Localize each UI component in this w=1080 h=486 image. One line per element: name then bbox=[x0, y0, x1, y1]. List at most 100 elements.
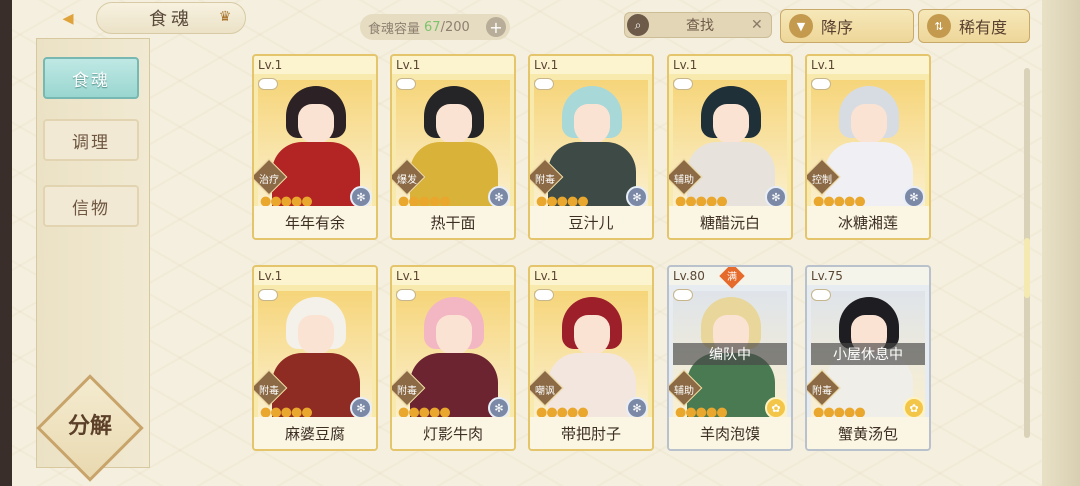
character-name: 年年有余 bbox=[254, 206, 376, 238]
role-label: 爆发 bbox=[397, 175, 417, 186]
level-label: Lv.1 bbox=[396, 58, 421, 72]
snowflake-emblem-icon: ✻ bbox=[626, 186, 648, 208]
role-label: 辅助 bbox=[674, 386, 694, 397]
chat-bubble-icon bbox=[258, 289, 278, 301]
character-card[interactable]: Lv.1 控制 ●●●●● ✻ 冰糖湘莲 bbox=[805, 54, 931, 240]
character-name: 豆汁儿 bbox=[530, 206, 652, 238]
search-box[interactable]: ⌕ 查找 ✕ bbox=[624, 12, 772, 38]
character-name: 羊肉泡馍 bbox=[669, 417, 791, 449]
status-label: 小屋休息中 bbox=[811, 343, 925, 365]
scrollbar-thumb[interactable] bbox=[1024, 238, 1030, 298]
character-name: 糖醋沅白 bbox=[669, 206, 791, 238]
sidebar-item-conditioning[interactable]: 调理 bbox=[43, 119, 139, 161]
character-card[interactable]: Lv.1 嘲讽 ●●●●● ✻ 带把肘子 bbox=[528, 265, 654, 451]
snowflake-emblem-icon: ✻ bbox=[488, 186, 510, 208]
level-label: Lv.1 bbox=[258, 58, 283, 72]
character-name: 麻婆豆腐 bbox=[254, 417, 376, 449]
character-face bbox=[436, 315, 472, 355]
character-face bbox=[298, 315, 334, 355]
character-face bbox=[298, 104, 334, 144]
chat-bubble-icon bbox=[534, 78, 554, 90]
back-button[interactable]: ◂ bbox=[48, 4, 88, 32]
decompose-label: 分解 bbox=[67, 414, 112, 439]
screen-edge-right bbox=[1042, 0, 1080, 486]
character-face bbox=[436, 104, 472, 144]
max-level-label: 满 bbox=[727, 272, 737, 283]
chat-bubble-icon bbox=[396, 289, 416, 301]
capacity-label: 食魂容量 bbox=[368, 21, 421, 37]
sort-order-label: 降序 bbox=[821, 18, 854, 37]
page-title: 食魂 bbox=[149, 9, 193, 30]
capacity-current: 67 bbox=[424, 19, 441, 35]
screen-edge-left bbox=[0, 0, 12, 486]
character-card[interactable]: Lv.1 辅助 ●●●●● ✻ 糖醋沅白 bbox=[667, 54, 793, 240]
level-label: Lv.1 bbox=[396, 269, 421, 283]
sort-order-button[interactable]: ▼ 降序 bbox=[780, 9, 914, 43]
flower-emblem-icon: ✿ bbox=[765, 397, 787, 419]
level-label: Lv.75 bbox=[811, 269, 843, 283]
chat-bubble-icon bbox=[673, 289, 693, 301]
character-face bbox=[713, 104, 749, 144]
sort-toggle-icon: ⇅ bbox=[927, 14, 951, 38]
snowflake-emblem-icon: ✻ bbox=[903, 186, 925, 208]
chat-bubble-icon bbox=[811, 78, 831, 90]
role-label: 嘲讽 bbox=[535, 386, 555, 397]
add-capacity-button[interactable]: + bbox=[486, 17, 506, 37]
level-label: Lv.1 bbox=[534, 269, 559, 283]
chat-bubble-icon bbox=[673, 78, 693, 90]
level-label: Lv.1 bbox=[258, 269, 283, 283]
snowflake-emblem-icon: ✻ bbox=[626, 397, 648, 419]
search-label: 查找 bbox=[686, 18, 714, 34]
character-card[interactable]: Lv.1 附毒 ●●●●● ✻ 麻婆豆腐 bbox=[252, 265, 378, 451]
search-icon: ⌕ bbox=[627, 14, 649, 36]
role-label: 治疗 bbox=[259, 175, 279, 186]
capacity-indicator: 食魂容量 67 /200 + bbox=[360, 14, 510, 40]
character-name: 蟹黄汤包 bbox=[807, 417, 929, 449]
flower-emblem-icon: ✿ bbox=[903, 397, 925, 419]
role-label: 附毒 bbox=[259, 386, 279, 397]
sort-rarity-button[interactable]: ⇅ 稀有度 bbox=[918, 9, 1030, 43]
role-label: 控制 bbox=[812, 175, 832, 186]
character-card[interactable]: Lv.1 治疗 ●●●●● ✻ 年年有余 bbox=[252, 54, 378, 240]
character-card[interactable]: Lv.1 附毒 ●●●●● ✻ 灯影牛肉 bbox=[390, 265, 516, 451]
sort-down-icon: ▼ bbox=[789, 14, 813, 38]
character-card[interactable]: Lv.1 附毒 ●●●●● ✻ 豆汁儿 bbox=[528, 54, 654, 240]
level-label: Lv.1 bbox=[811, 58, 836, 72]
character-card[interactable]: Lv.75 附毒 ●●●●● ✿ 蟹黄汤包 小屋休息中 bbox=[805, 265, 931, 451]
character-face bbox=[574, 315, 610, 355]
sidebar-item-tokens[interactable]: 信物 bbox=[43, 185, 139, 227]
chat-bubble-icon bbox=[534, 289, 554, 301]
crown-icon[interactable]: ♛ bbox=[214, 9, 236, 27]
chat-bubble-icon bbox=[258, 78, 278, 90]
role-label: 辅助 bbox=[674, 175, 694, 186]
sidebar-item-label: 信物 bbox=[72, 198, 110, 219]
level-label: Lv.1 bbox=[534, 58, 559, 72]
level-label: Lv.1 bbox=[673, 58, 698, 72]
snowflake-emblem-icon: ✻ bbox=[765, 186, 787, 208]
character-card[interactable]: Lv.80 辅助 ●●●●● ✿ 羊肉泡馍 编队中满 bbox=[667, 265, 793, 451]
clear-search-icon[interactable]: ✕ bbox=[751, 17, 771, 33]
snowflake-emblem-icon: ✻ bbox=[488, 397, 510, 419]
chat-bubble-icon bbox=[396, 78, 416, 90]
character-face bbox=[851, 104, 887, 144]
sort-rarity-label: 稀有度 bbox=[959, 18, 1008, 37]
level-label: Lv.80 bbox=[673, 269, 705, 283]
chat-bubble-icon bbox=[811, 289, 831, 301]
role-label: 附毒 bbox=[812, 386, 832, 397]
sidebar-item-label: 调理 bbox=[72, 132, 110, 153]
status-label: 编队中 bbox=[673, 343, 787, 365]
back-arrow-icon: ◂ bbox=[62, 5, 74, 31]
character-name: 带把肘子 bbox=[530, 417, 652, 449]
sidebar-item-food-souls[interactable]: 食魂 bbox=[43, 57, 139, 99]
role-label: 附毒 bbox=[535, 175, 555, 186]
character-face bbox=[574, 104, 610, 144]
sidebar-item-label: 食魂 bbox=[72, 70, 110, 91]
snowflake-emblem-icon: ✻ bbox=[350, 397, 372, 419]
character-name: 灯影牛肉 bbox=[392, 417, 514, 449]
snowflake-emblem-icon: ✻ bbox=[350, 186, 372, 208]
capacity-max: /200 bbox=[440, 19, 470, 35]
character-name: 热干面 bbox=[392, 206, 514, 238]
role-label: 附毒 bbox=[397, 386, 417, 397]
character-name: 冰糖湘莲 bbox=[807, 206, 929, 238]
character-card[interactable]: Lv.1 爆发 ●●●●● ✻ 热干面 bbox=[390, 54, 516, 240]
